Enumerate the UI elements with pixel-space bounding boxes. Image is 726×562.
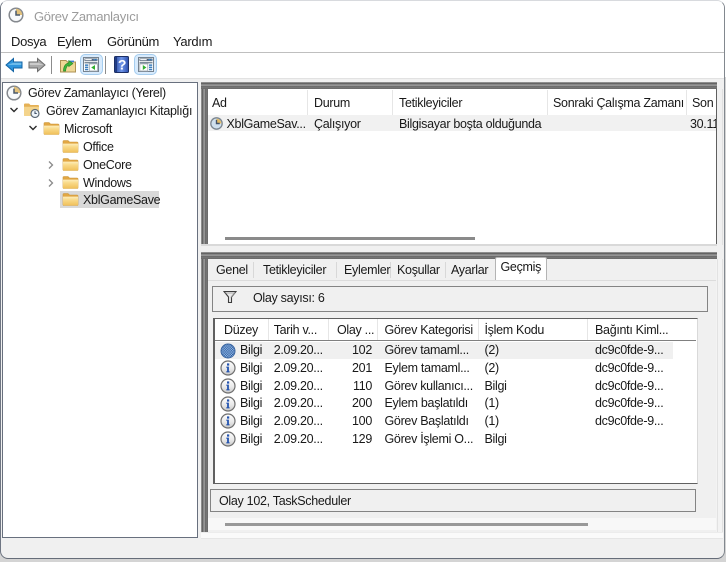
svg-text:?: ? — [118, 57, 126, 73]
